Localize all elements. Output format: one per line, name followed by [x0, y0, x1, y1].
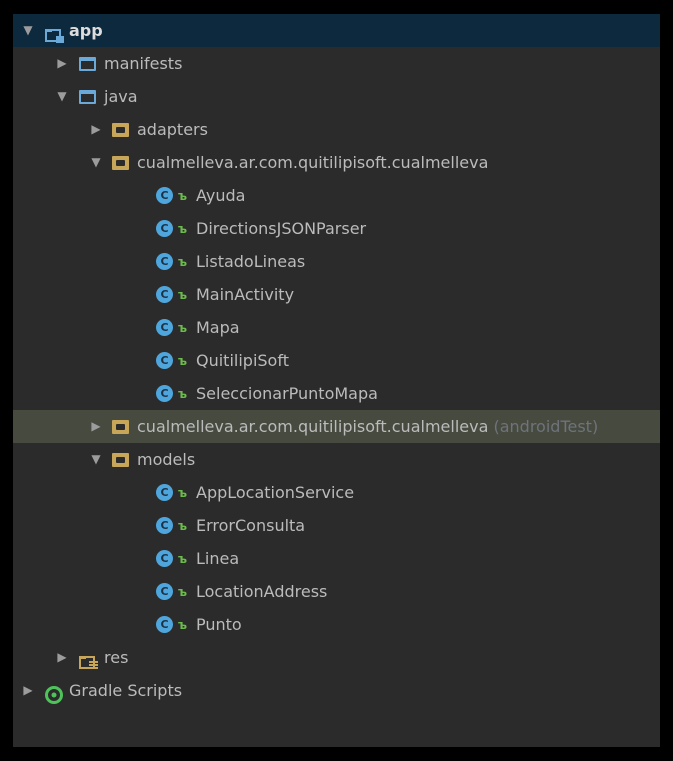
tree-node-models[interactable]: ▼ models [13, 443, 660, 476]
class-label: Linea [196, 549, 240, 568]
tree-node-class[interactable]: C ъ QuitilipiSoft [13, 344, 660, 377]
class-icon: C [156, 352, 173, 369]
public-lock-icon: ъ [178, 189, 188, 203]
class-label: Mapa [196, 318, 240, 337]
class-icon: C [156, 253, 173, 270]
class-icon: C [156, 583, 173, 600]
public-lock-icon: ъ [178, 618, 188, 632]
class-label: MainActivity [196, 285, 295, 304]
class-label: Ayuda [196, 186, 246, 205]
class-label: QuitilipiSoft [196, 351, 289, 370]
class-icon: C [156, 220, 173, 237]
expand-arrow-icon[interactable]: ▼ [55, 80, 69, 113]
collapse-arrow-icon[interactable]: ▶ [55, 47, 69, 80]
tree-node-label: cualmelleva.ar.com.quitilipisoft.cualmel… [137, 417, 489, 436]
expand-arrow-icon[interactable]: ▼ [21, 14, 35, 47]
resources-folder-icon [79, 649, 98, 669]
class-icon: C [156, 385, 173, 402]
tree-node-class[interactable]: C ъ Mapa [13, 311, 660, 344]
tree-node-label: Gradle Scripts [69, 681, 183, 700]
collapse-arrow-icon[interactable]: ▶ [89, 410, 103, 443]
tree-node-label: app [69, 21, 103, 40]
tree-node-label: adapters [137, 120, 208, 139]
tree-node-class[interactable]: C ъ SeleccionarPuntoMapa [13, 377, 660, 410]
tree-node-package-test[interactable]: ▶ cualmelleva.ar.com.quitilipisoft.cualm… [13, 410, 660, 443]
public-lock-icon: ъ [178, 552, 188, 566]
tree-node-label: java [104, 87, 138, 106]
package-icon [112, 420, 129, 434]
tree-node-label: cualmelleva.ar.com.quitilipisoft.cualmel… [137, 153, 489, 172]
package-icon [112, 156, 129, 170]
tree-node-class[interactable]: C ъ Punto [13, 608, 660, 641]
class-icon: C [156, 484, 173, 501]
tree-node-gradle-scripts[interactable]: ▶ Gradle Scripts [13, 674, 660, 707]
tree-node-label-group: cualmelleva.ar.com.quitilipisoft.cualmel… [137, 410, 598, 443]
project-tree-panel: ▼ app ▶ manifests ▼ java ▶ adapters ▼ cu… [0, 0, 673, 761]
tree-node-adapters[interactable]: ▶ adapters [13, 113, 660, 146]
class-icon: C [156, 319, 173, 336]
package-icon [112, 453, 129, 467]
public-lock-icon: ъ [178, 321, 188, 335]
class-label: Punto [196, 615, 242, 634]
package-icon [112, 123, 129, 137]
collapse-arrow-icon[interactable]: ▶ [21, 674, 35, 707]
tree-node-app[interactable]: ▼ app [13, 14, 660, 47]
public-lock-icon: ъ [178, 387, 188, 401]
gradle-icon [45, 682, 63, 704]
public-lock-icon: ъ [178, 585, 188, 599]
class-label: LocationAddress [196, 582, 328, 601]
tree-node-class[interactable]: C ъ Ayuda [13, 179, 660, 212]
folder-icon [79, 57, 96, 71]
tree-node-class[interactable]: C ъ MainActivity [13, 278, 660, 311]
class-label: ErrorConsulta [196, 516, 306, 535]
class-icon: C [156, 187, 173, 204]
collapse-arrow-icon[interactable]: ▶ [89, 113, 103, 146]
class-label: AppLocationService [196, 483, 355, 502]
module-folder-icon [45, 22, 64, 43]
tree-node-class[interactable]: C ъ AppLocationService [13, 476, 660, 509]
expand-arrow-icon[interactable]: ▼ [89, 443, 103, 476]
class-icon: C [156, 517, 173, 534]
tree-node-res[interactable]: ▶ res [13, 641, 660, 674]
tree-node-label: manifests [104, 54, 183, 73]
collapse-arrow-icon[interactable]: ▶ [55, 641, 69, 674]
tree-node-package-main[interactable]: ▼ cualmelleva.ar.com.quitilipisoft.cualm… [13, 146, 660, 179]
class-icon: C [156, 550, 173, 567]
tree-node-class[interactable]: C ъ Linea [13, 542, 660, 575]
class-label: SeleccionarPuntoMapa [196, 384, 378, 403]
tree-node-class[interactable]: C ъ ErrorConsulta [13, 509, 660, 542]
class-icon: C [156, 616, 173, 633]
public-lock-icon: ъ [178, 519, 188, 533]
tree-node-class[interactable]: C ъ ListadoLineas [13, 245, 660, 278]
tree-node-class[interactable]: C ъ DirectionsJSONParser [13, 212, 660, 245]
expand-arrow-icon[interactable]: ▼ [89, 146, 103, 179]
source-set-suffix: (androidTest) [493, 417, 599, 436]
tree-node-manifests[interactable]: ▶ manifests [13, 47, 660, 80]
tree-node-java[interactable]: ▼ java [13, 80, 660, 113]
public-lock-icon: ъ [178, 486, 188, 500]
class-label: ListadoLineas [196, 252, 306, 271]
public-lock-icon: ъ [178, 222, 188, 236]
folder-icon [79, 90, 96, 104]
class-label: DirectionsJSONParser [196, 219, 367, 238]
class-icon: C [156, 286, 173, 303]
public-lock-icon: ъ [178, 288, 188, 302]
tree-node-label: models [137, 450, 196, 469]
public-lock-icon: ъ [178, 354, 188, 368]
public-lock-icon: ъ [178, 255, 188, 269]
tree-node-label: res [104, 648, 129, 667]
tree-node-class[interactable]: C ъ LocationAddress [13, 575, 660, 608]
